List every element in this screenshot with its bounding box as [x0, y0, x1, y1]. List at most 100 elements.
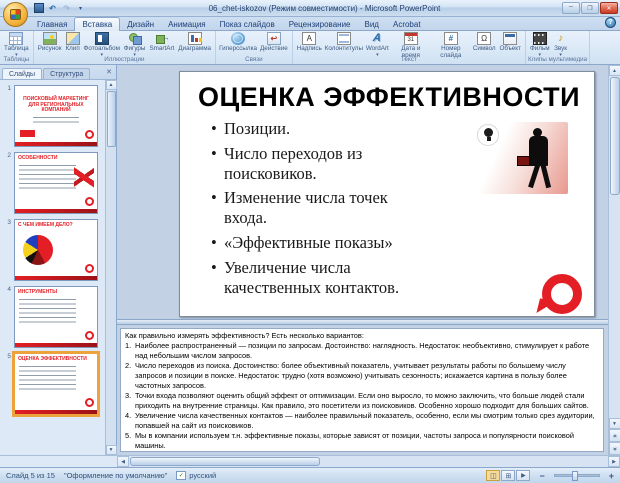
- horizontal-scrollbar[interactable]: [117, 455, 620, 467]
- ribbon-tab[interactable]: Рецензирование: [282, 18, 358, 30]
- slide-thumbnail-canvas[interactable]: ИНСТРУМЕНТЫ: [14, 286, 98, 348]
- ribbon-button[interactable]: Таблица: [2, 31, 31, 58]
- scroll-down-icon[interactable]: [609, 418, 620, 429]
- slide-thumbnail[interactable]: 2 ОСОБЕННОСТИ: [2, 152, 104, 214]
- ribbon-button[interactable]: SmartArt: [147, 31, 176, 53]
- ribbon-group: Надпись Колонтитулы WordArt Дата и время…: [293, 31, 526, 64]
- next-slide-button[interactable]: [609, 442, 620, 455]
- minimize-button[interactable]: [562, 2, 580, 14]
- thumbnail-artwork: [74, 166, 94, 188]
- ribbon-group: Фильм Звук Клипы мультимедиа: [526, 31, 590, 64]
- slide-sorter-view-button[interactable]: [501, 470, 515, 481]
- movie-icon: [533, 32, 547, 45]
- hscroll-thumb[interactable]: [130, 457, 320, 466]
- ribbon-button[interactable]: Фильм: [528, 31, 552, 58]
- slide-canvas[interactable]: ОЦЕНКА ЭФФЕКТИВНОСТИ Позиции.Число перех…: [179, 71, 595, 317]
- clipart-icon: [66, 32, 80, 45]
- scroll-right-icon[interactable]: [608, 456, 620, 467]
- scroll-left-icon[interactable]: [117, 456, 129, 467]
- zoom-slider-thumb[interactable]: [572, 471, 578, 481]
- close-button[interactable]: [600, 2, 618, 14]
- ribbon-button[interactable]: Рисунок: [36, 31, 64, 53]
- undo-icon[interactable]: [46, 2, 59, 14]
- notes-pane[interactable]: Как правильно измерять эффективность? Ес…: [120, 328, 604, 452]
- ribbon-button[interactable]: Звук: [552, 31, 570, 58]
- slide-thumbnail[interactable]: 1 ПОИСКОВЫЙ МАРКЕТИНГ ДЛЯ РЕГИОНАЛЬНЫХ К…: [2, 85, 104, 147]
- status-bar: Слайд 5 из 15 "Оформление по умолчанию" …: [0, 467, 620, 483]
- slide-thumbnail-canvas[interactable]: ОСОБЕННОСТИ: [14, 152, 98, 214]
- ribbon-button[interactable]: Колонтитулы: [324, 31, 364, 53]
- zoom-out-icon[interactable]: −: [539, 471, 544, 481]
- bullet-item: «Эффективные показы»: [210, 233, 418, 253]
- thumbnail-logo-icon: [85, 331, 94, 340]
- panel-tab[interactable]: Слайды: [2, 68, 42, 79]
- company-logo[interactable]: [542, 274, 582, 314]
- ribbon-button[interactable]: Объект: [498, 31, 523, 53]
- spellcheck-icon[interactable]: [176, 471, 186, 480]
- maximize-button[interactable]: [581, 2, 599, 14]
- slide-title[interactable]: ОЦЕНКА ЭФФЕКТИВНОСТИ: [198, 82, 576, 113]
- ribbon-tab[interactable]: Вид: [358, 18, 386, 30]
- sidebar-scrollbar-thumb[interactable]: [107, 91, 116, 147]
- sidebar-scroll-down-icon[interactable]: [106, 445, 117, 455]
- notes-item: 4. Увеличение числа качественных контакт…: [125, 411, 599, 431]
- ribbon-tab[interactable]: Анимация: [161, 18, 213, 30]
- workspace: СлайдыСтруктура 1 ПОИСКОВЫЙ МАРКЕТИНГ ДЛ…: [0, 65, 620, 455]
- ribbon-group-label: Связи: [218, 55, 290, 64]
- window-title: 06_chet-iskozov (Режим совместимости) - …: [87, 4, 562, 13]
- slide-body-text[interactable]: Позиции.Число переходов из поисковиков.И…: [210, 119, 418, 297]
- notes-item: 5. Мы в компании используем т.н. эффекти…: [125, 431, 599, 451]
- panel-tab[interactable]: Структура: [43, 68, 90, 79]
- ribbon-button[interactable]: Фигуры: [122, 31, 148, 58]
- vertical-scrollbar[interactable]: [608, 65, 620, 455]
- ribbon-button[interactable]: Фотоальбом: [82, 31, 122, 58]
- ribbon-tab[interactable]: Вставка: [74, 17, 120, 31]
- close-panel-icon[interactable]: [104, 67, 114, 77]
- ribbon-button[interactable]: Надпись: [295, 31, 324, 53]
- slide-thumbnail[interactable]: 4 ИНСТРУМЕНТЫ: [2, 286, 104, 348]
- businessman-image[interactable]: [480, 122, 568, 194]
- thumbnail-logo-icon: [85, 197, 94, 206]
- slide-thumbnail-canvas[interactable]: ОЦЕНКА ЭФФЕКТИВНОСТИ: [14, 353, 98, 415]
- ribbon-button[interactable]: Клип: [63, 31, 81, 53]
- scrollbar-thumb[interactable]: [610, 77, 620, 195]
- ribbon-button[interactable]: Гиперссылка: [218, 31, 258, 53]
- shapes-icon: [128, 32, 142, 45]
- hyperlink-icon: [231, 32, 245, 45]
- slideshow-view-button[interactable]: [516, 470, 530, 481]
- bullet-item: Изменение числа точек входа.: [210, 188, 418, 228]
- textbox-icon: [302, 32, 316, 45]
- slide-thumbnail-canvas[interactable]: ПОИСКОВЫЙ МАРКЕТИНГ ДЛЯ РЕГИОНАЛЬНЫХ КОМ…: [14, 85, 98, 147]
- sidebar-scrollbar[interactable]: [105, 80, 116, 455]
- office-button[interactable]: [3, 2, 28, 27]
- help-icon[interactable]: [605, 17, 616, 28]
- ribbon-button[interactable]: Действие: [258, 31, 290, 53]
- zoom-in-icon[interactable]: +: [609, 471, 614, 481]
- redo-icon[interactable]: [60, 2, 73, 14]
- slide-thumbnail[interactable]: 3 С ЧЕМ ИМЕЕМ ДЕЛО?: [2, 219, 104, 281]
- sidebar-scroll-up-icon[interactable]: [106, 80, 117, 90]
- ribbon-tab[interactable]: Показ слайдов: [213, 18, 282, 30]
- ribbon-button[interactable]: Диаграмма: [176, 31, 213, 53]
- slide-thumbnail[interactable]: 5 ОЦЕНКА ЭФФЕКТИВНОСТИ: [2, 353, 104, 415]
- smartart-icon: [155, 32, 169, 45]
- slide-number: 2: [2, 152, 11, 214]
- scroll-up-icon[interactable]: [609, 65, 620, 76]
- save-icon[interactable]: [32, 2, 45, 14]
- ribbon-tab[interactable]: Дизайн: [120, 18, 161, 30]
- notes-item-number: 4.: [125, 411, 135, 431]
- bullet-item: Число переходов из поисковиков.: [210, 144, 418, 184]
- previous-slide-button[interactable]: [609, 429, 620, 442]
- ribbon-button[interactable]: Символ: [471, 31, 498, 53]
- ribbon-tab[interactable]: Главная: [30, 18, 74, 30]
- ribbon-tab[interactable]: Acrobat: [386, 18, 428, 30]
- normal-view-button[interactable]: [486, 470, 500, 481]
- slide-indicator: Слайд 5 из 15: [6, 471, 55, 480]
- notes-splitter[interactable]: [117, 319, 608, 325]
- ribbon-button-label: WordArt: [366, 46, 389, 53]
- zoom-slider[interactable]: [554, 474, 600, 477]
- notes-item: 1. Наиболее распространенный — позиции п…: [125, 341, 599, 361]
- ribbon-button[interactable]: WordArt: [364, 31, 391, 58]
- qat-dropdown-icon[interactable]: [74, 2, 87, 14]
- slide-thumbnail-canvas[interactable]: С ЧЕМ ИМЕЕМ ДЕЛО?: [14, 219, 98, 281]
